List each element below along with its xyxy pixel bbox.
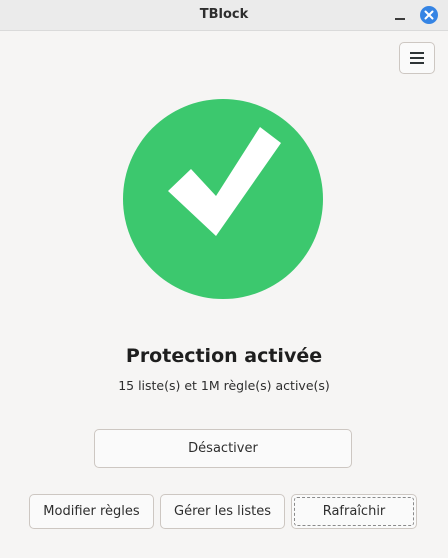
minimize-icon[interactable] — [393, 9, 407, 23]
status-subtitle: 15 liste(s) et 1M règle(s) active(s) — [118, 378, 330, 393]
app-window: TBlock Protection activée 15 liste(s) et… — [0, 0, 448, 558]
window-title: TBlock — [199, 7, 249, 22]
manage-lists-button[interactable]: Gérer les listes — [160, 494, 285, 529]
title-bar[interactable]: TBlock — [0, 0, 448, 31]
close-icon[interactable] — [420, 6, 438, 24]
hamburger-menu-icon — [410, 52, 424, 54]
refresh-button[interactable]: Rafraîchir — [291, 494, 417, 529]
main-menu-button[interactable] — [399, 42, 435, 74]
protection-status-icon — [123, 99, 323, 299]
status-title: Protection activée — [125, 345, 323, 367]
deactivate-button[interactable]: Désactiver — [94, 429, 352, 468]
edit-rules-button[interactable]: Modifier règles — [29, 494, 154, 529]
